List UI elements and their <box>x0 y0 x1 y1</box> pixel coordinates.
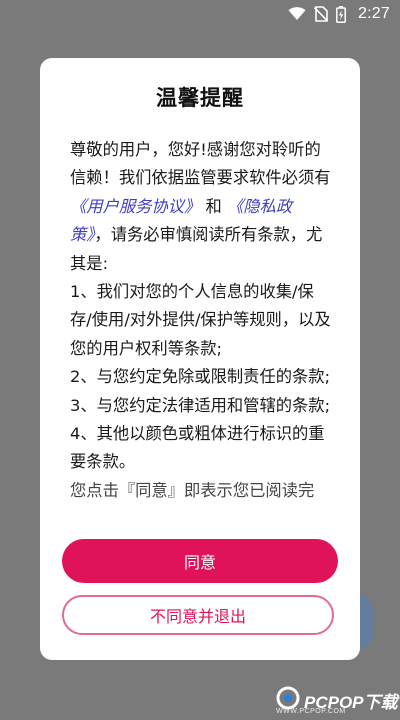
wifi-icon <box>288 7 306 21</box>
intro-after-text: ，请务必审慎阅读所有条款，尤其是: <box>70 225 323 273</box>
intro-text: 尊敬的用户，您好!感谢您对聆听的信赖！我们依据监管要求软件必须有 <box>70 140 331 188</box>
dialog-body[interactable]: 尊敬的用户，您好!感谢您对聆听的信赖！我们依据监管要求软件必须有《用户服务协议》… <box>70 136 332 578</box>
and-text: 和 <box>205 196 222 216</box>
terms-item-1: 1、我们对您的个人信息的收集/保存/使用/对外提供/保护等规则，以及您的用户权利… <box>70 282 331 358</box>
dialog-title: 温馨提醒 <box>156 86 244 110</box>
terms-item-2: 2、与您约定免除或限制责任的条款; <box>70 367 331 387</box>
watermark: PCPOP下载 WWW.PCPOP.COM <box>276 686 398 715</box>
privacy-dialog: 温馨提醒 尊敬的用户，您好!感谢您对聆听的信赖！我们依据监管要求软件必须有《用户… <box>40 58 360 660</box>
terms-item-4: 4、其他以颜色或粗体进行标识的重要条款。 <box>70 424 325 472</box>
terms-item-3: 3、与您约定法律适用和管辖的条款; <box>70 395 331 415</box>
status-bar: 2:27 <box>0 0 400 28</box>
watermark-sub: WWW.PCPOP.COM <box>276 708 346 715</box>
agree-button[interactable]: 同意 <box>62 539 338 583</box>
cutoff-line: 您点击『同意』即表示您已阅读完 <box>70 480 315 500</box>
intro-paragraph: 尊敬的用户，您好!感谢您对聆听的信赖！我们依据监管要求软件必须有《用户服务协议》… <box>70 136 332 278</box>
screen: 2:27 温馨提醒 尊敬的用户，您好!感谢您对聆听的信赖！我们依据监管要求软件必… <box>0 0 400 720</box>
user-agreement-link[interactable]: 《用户服务协议》 <box>70 197 200 216</box>
battery-charging-icon <box>336 5 346 23</box>
disagree-exit-button[interactable]: 不同意并退出 <box>62 595 334 635</box>
no-sim-icon <box>314 6 329 22</box>
status-time: 2:27 <box>358 5 390 22</box>
